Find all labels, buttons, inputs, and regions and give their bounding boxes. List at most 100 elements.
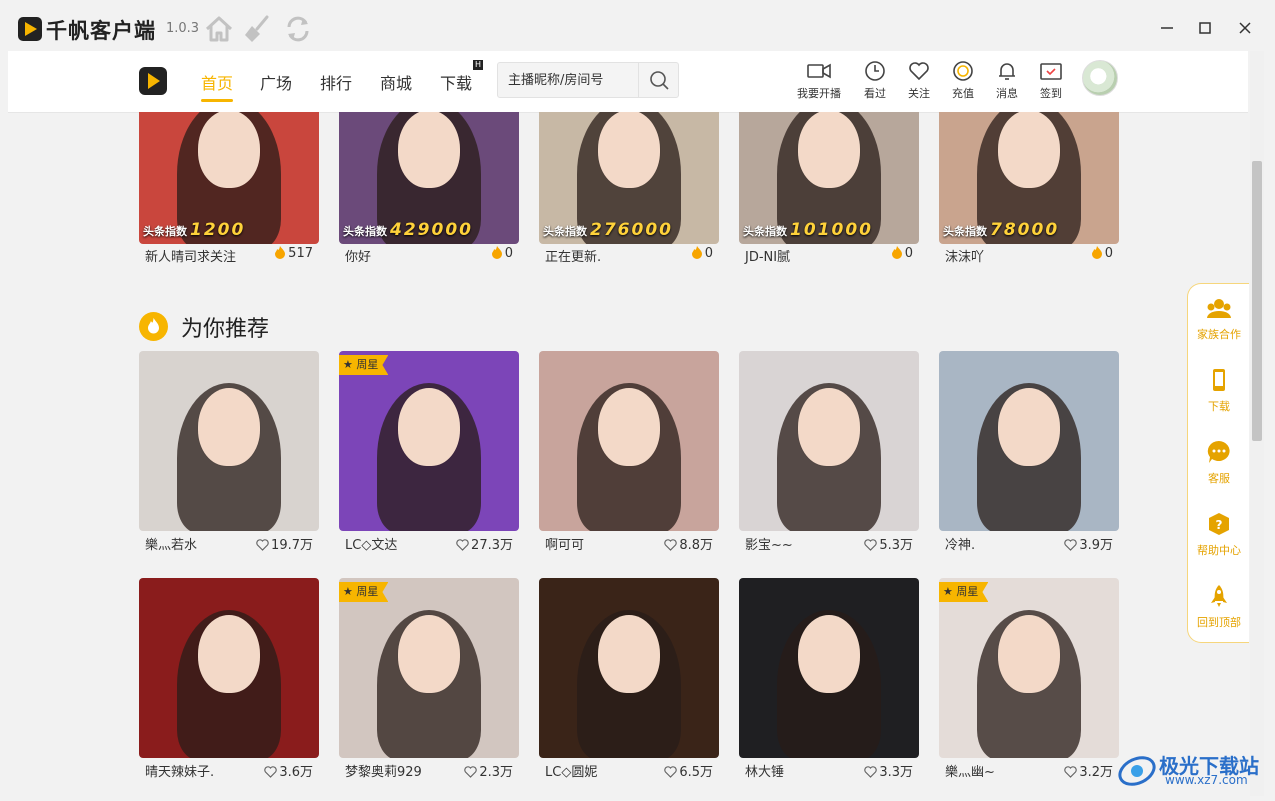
help-center-button[interactable]: ? 帮助中心 (1188, 512, 1250, 572)
recharge-button[interactable]: 充值 (938, 60, 988, 104)
close-button[interactable] (1233, 16, 1257, 40)
minimize-button[interactable] (1155, 16, 1179, 40)
coin-icon (953, 61, 973, 81)
tab-mall[interactable]: 商城 (380, 70, 412, 94)
chat-icon (1207, 440, 1230, 463)
stream-thumbnail[interactable] (539, 351, 719, 531)
streamer-name[interactable]: 梦黎奥莉929 (345, 761, 422, 780)
portrait-face (198, 112, 260, 188)
history-button[interactable]: 看过 (850, 60, 900, 104)
recommend-card[interactable]: 晴天辣妹子. 3.6万 (139, 578, 319, 783)
stream-thumbnail[interactable] (139, 578, 319, 758)
recommend-card[interactable]: 樂灬若水 19.7万 (139, 351, 319, 556)
portrait-face (798, 112, 860, 188)
family-cooperation-button[interactable]: 家族合作 (1188, 296, 1250, 356)
back-to-top-label: 回到顶部 (1197, 616, 1241, 629)
stream-thumbnail[interactable] (739, 578, 919, 758)
recommend-card[interactable]: 林大锤 3.3万 (739, 578, 919, 783)
stream-thumbnail[interactable]: 头条指数 276000 (539, 112, 719, 244)
stream-thumbnail[interactable] (539, 578, 719, 758)
maximize-button[interactable] (1193, 16, 1217, 40)
streamer-name[interactable]: 沫沫吖 (945, 246, 984, 265)
family-cooperation-label: 家族合作 (1197, 328, 1241, 341)
stream-thumbnail[interactable] (739, 351, 919, 531)
nav-logo-icon[interactable] (139, 67, 167, 95)
family-icon (1207, 299, 1231, 318)
search-input[interactable] (508, 70, 638, 90)
streamer-name[interactable]: 林大锤 (745, 761, 784, 780)
stream-thumbnail[interactable] (939, 351, 1119, 531)
follower-count: 19.7万 (256, 534, 313, 553)
stream-thumbnail[interactable]: 头条指数 78000 (939, 112, 1119, 244)
portrait-face (798, 387, 860, 466)
tab-download[interactable]: 下载 (440, 70, 472, 94)
headline-index-value: 1200 (190, 220, 246, 240)
streamer-name[interactable]: 樂灬幽~ (945, 761, 995, 780)
customer-service-button[interactable]: 客服 (1188, 440, 1250, 500)
refresh-icon[interactable] (283, 14, 313, 44)
broom-icon[interactable] (242, 14, 272, 44)
headline-card[interactable]: 头条指数 1200 新人晴司求关注 517 (139, 112, 319, 267)
streamer-name[interactable]: 啊可可 (545, 534, 584, 553)
stream-thumbnail[interactable]: 头条指数 101000 (739, 112, 919, 244)
watermark-url: www.xz7.com (1165, 773, 1248, 787)
stream-thumbnail[interactable]: ★ 周星 (339, 351, 519, 531)
vertical-scrollbar[interactable] (1250, 51, 1264, 796)
streamer-name[interactable]: 正在更新. (545, 246, 601, 265)
streamer-name[interactable]: 你好 (345, 246, 371, 265)
recommend-card[interactable]: ★ 周星 LC◇文达 27.3万 (339, 351, 519, 556)
recommend-card[interactable]: 冷神. 3.9万 (939, 351, 1119, 556)
search-icon (650, 71, 669, 90)
main-navbar: 首页 广场 排行 商城 下载 H 我要开播 看过 关注 (8, 51, 1248, 113)
streamer-name[interactable]: 新人晴司求关注 (145, 246, 236, 265)
headline-card[interactable]: 头条指数 429000 你好 0 (339, 112, 519, 267)
heart-outline-icon (1064, 766, 1078, 778)
go-live-button[interactable]: 我要开播 (794, 60, 844, 104)
portrait-face (198, 387, 260, 466)
hot-count: 0 (691, 246, 713, 261)
weekly-star-badge: ★ 周星 (339, 355, 389, 375)
follower-count: 3.6万 (264, 761, 313, 780)
headline-card[interactable]: 头条指数 276000 正在更新. 0 (539, 112, 719, 267)
tab-home[interactable]: 首页 (201, 70, 233, 94)
site-watermark: 极光下载站 www.xz7.com (1115, 747, 1265, 791)
stream-thumbnail[interactable]: 头条指数 1200 (139, 112, 319, 244)
streamer-name[interactable]: LC◇文达 (345, 534, 397, 553)
recommend-card[interactable]: 影宝~~ 5.3万 (739, 351, 919, 556)
streamer-name[interactable]: JD-NI腻 (745, 246, 790, 265)
headline-index-label: 头条指数 429000 (343, 220, 473, 240)
streamer-name[interactable]: 樂灬若水 (145, 534, 197, 553)
home-icon[interactable] (204, 14, 234, 44)
stream-thumbnail[interactable]: ★ 周星 (339, 578, 519, 758)
headline-index-label: 头条指数 276000 (543, 220, 673, 240)
streamer-name[interactable]: 冷神. (945, 534, 975, 553)
streamer-name[interactable]: 晴天辣妹子. (145, 761, 214, 780)
headline-card[interactable]: 头条指数 101000 JD-NI腻 0 (739, 112, 919, 267)
follow-button[interactable]: 关注 (894, 60, 944, 104)
back-to-top-button[interactable]: 回到顶部 (1188, 584, 1250, 644)
headline-index-label: 头条指数 1200 (143, 220, 246, 240)
recommend-card[interactable]: ★ 周星 梦黎奥莉929 2.3万 (339, 578, 519, 783)
scrollbar-thumb[interactable] (1252, 161, 1262, 441)
headline-card[interactable]: 头条指数 78000 沫沫吖 0 (939, 112, 1119, 267)
recommend-card[interactable]: LC◇圆妮 6.5万 (539, 578, 719, 783)
streamer-name[interactable]: 影宝~~ (745, 534, 793, 553)
stream-thumbnail[interactable]: 头条指数 429000 (339, 112, 519, 244)
streamer-name[interactable]: LC◇圆妮 (545, 761, 597, 780)
user-avatar[interactable] (1082, 60, 1118, 96)
headline-index-label: 头条指数 78000 (943, 220, 1060, 240)
follower-count: 27.3万 (456, 534, 513, 553)
recommend-card[interactable]: ★ 周星 樂灬幽~ 3.2万 (939, 578, 1119, 783)
checkin-button[interactable]: 签到 (1026, 60, 1076, 104)
search-button[interactable] (638, 63, 678, 97)
headline-index-label: 头条指数 101000 (743, 220, 873, 240)
side-download-button[interactable]: 下载 (1188, 368, 1250, 428)
messages-button[interactable]: 消息 (982, 60, 1032, 104)
calendar-icon (1040, 63, 1062, 80)
recommend-card[interactable]: 啊可可 8.8万 (539, 351, 719, 556)
stream-thumbnail[interactable] (139, 351, 319, 531)
tab-square[interactable]: 广场 (260, 70, 292, 94)
stream-thumbnail[interactable]: ★ 周星 (939, 578, 1119, 758)
heart-outline-icon (664, 766, 678, 778)
tab-ranking[interactable]: 排行 (320, 70, 352, 94)
